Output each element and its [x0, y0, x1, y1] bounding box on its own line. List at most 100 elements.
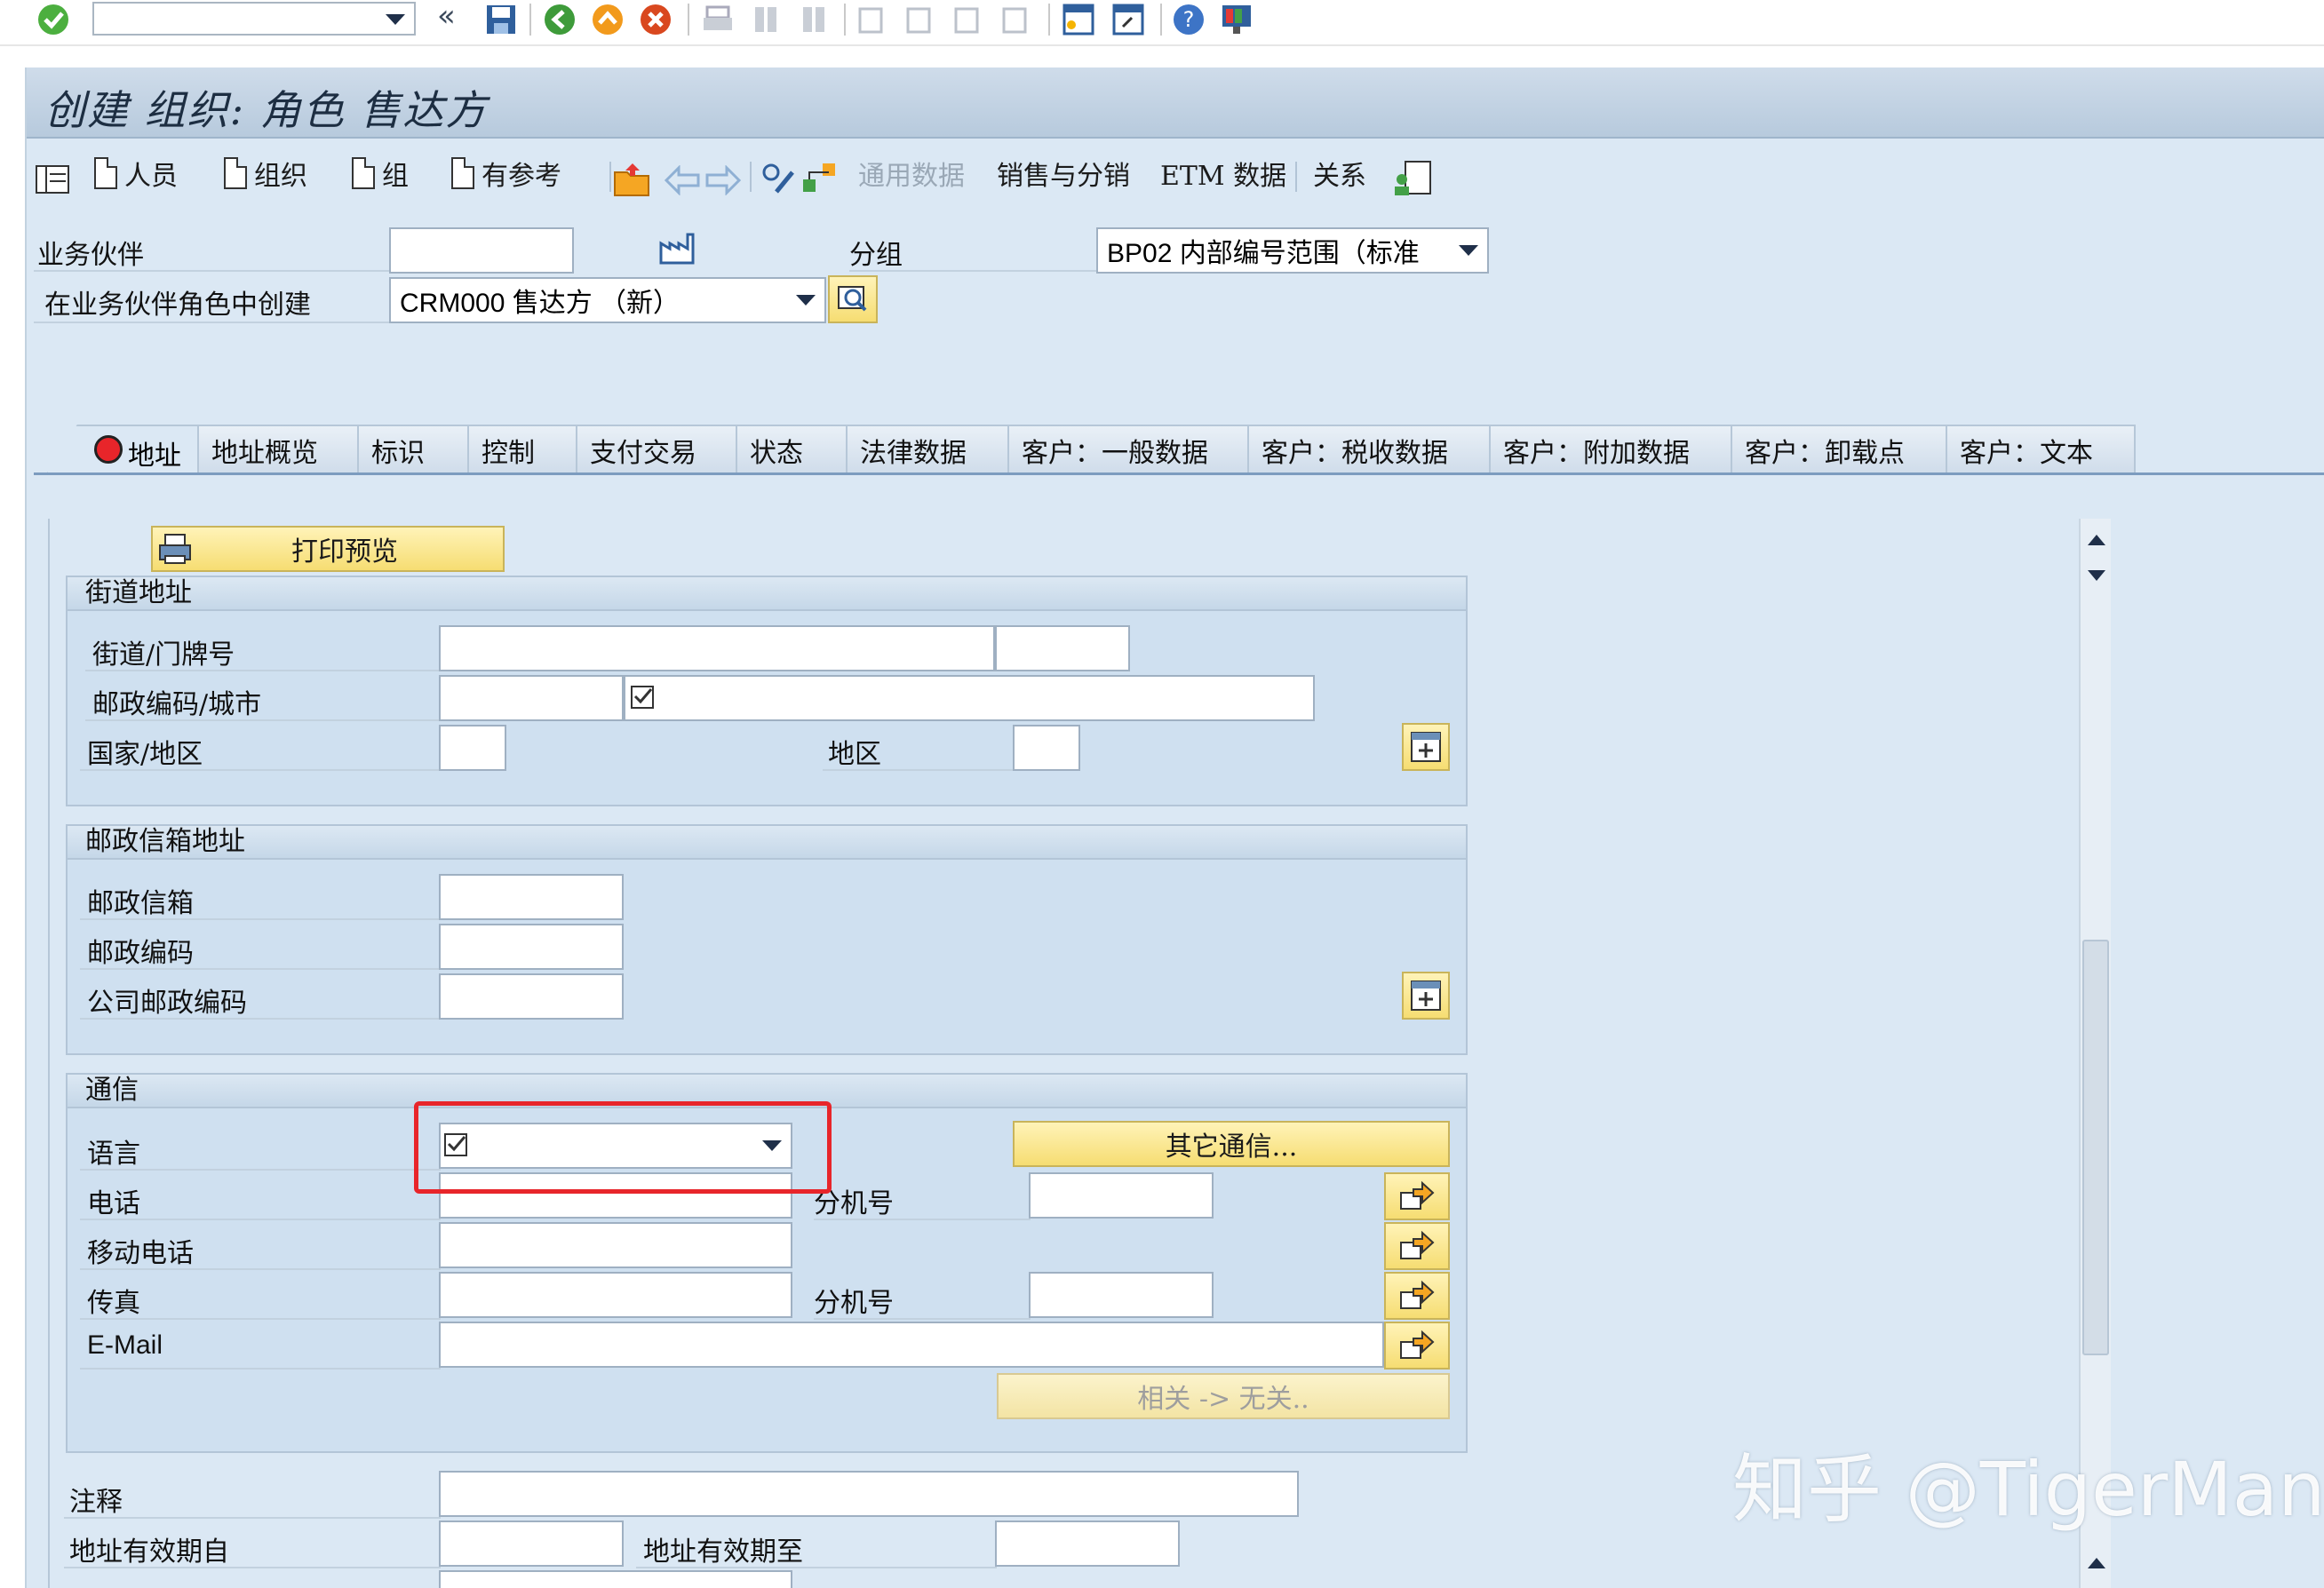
street-address-title: 街道地址 [68, 577, 1466, 611]
find-next-icon [803, 7, 824, 32]
tab-customer-unloading-points[interactable]: 客户：卸载点 [1731, 425, 1947, 474]
company-postal-code-input[interactable] [439, 973, 624, 1020]
po-box-input[interactable] [439, 874, 624, 920]
error-status-icon [94, 435, 123, 464]
business-partner-label: 业务伙伴 [37, 240, 144, 271]
other-communication-button[interactable]: 其它通信... [1013, 1121, 1450, 1167]
organization-button[interactable]: 组织 [224, 153, 307, 194]
street-input[interactable] [439, 625, 995, 671]
language-label: 语言 [87, 1139, 140, 1170]
chevron-down-icon[interactable] [796, 295, 816, 306]
notes-label: 注释 [69, 1487, 123, 1518]
grouping-select[interactable]: BP02 内部编号范围（标准 [1096, 227, 1489, 274]
fax-extension-input[interactable] [1029, 1272, 1214, 1318]
application-toolbar: 人员 组织 组 有参考 通用数据 销售与分销 ETM 数据 关系 [27, 140, 2324, 208]
sales-distribution-button[interactable]: 销售与分销 [997, 153, 1130, 194]
tab-customer-tax[interactable]: 客户：税收数据 [1247, 425, 1491, 474]
valid-to-input[interactable] [995, 1521, 1180, 1567]
mobile-details-button[interactable] [1384, 1222, 1450, 1270]
region-label: 地区 [828, 739, 881, 770]
fax-input[interactable] [439, 1272, 792, 1318]
cancel-icon[interactable] [638, 2, 673, 37]
arrow-forward-icon [1400, 1180, 1435, 1210]
mobile-input[interactable] [439, 1222, 792, 1268]
find-icon [755, 7, 776, 32]
tab-status[interactable]: 状态 [736, 425, 848, 474]
person-list-icon[interactable] [1393, 160, 1432, 197]
etm-data-button[interactable]: ETM 数据 [1160, 153, 1286, 194]
hierarchy-icon[interactable] [800, 160, 839, 197]
relationships-button[interactable]: 关系 [1313, 153, 1366, 194]
bp-role-select[interactable]: CRM000 售达方 （新） [389, 277, 826, 323]
business-partner-input[interactable] [389, 227, 574, 274]
svg-text:?: ? [1183, 7, 1195, 32]
scroll-down-icon[interactable] [2088, 570, 2105, 581]
tab-address-overview[interactable]: 地址概览 [197, 425, 359, 474]
document-icon [352, 157, 375, 189]
title-bar: 创建 组织: 角色 售达方 [27, 67, 2324, 139]
phone-extension-input[interactable] [1029, 1172, 1214, 1219]
house-number-input[interactable] [995, 625, 1130, 671]
arrow-forward-icon [1400, 1330, 1435, 1359]
help-icon[interactable]: ? [1171, 2, 1206, 37]
tab-address-label: 地址 [128, 441, 181, 472]
highlight-box [414, 1101, 832, 1194]
settings-icon[interactable] [759, 160, 798, 197]
tab-customer-texts[interactable]: 客户：文本 [1946, 425, 2136, 474]
expand-fields-icon [1411, 981, 1441, 1011]
country-label: 国家/地区 [87, 739, 203, 770]
vertical-scrollbar[interactable] [2079, 519, 2111, 1588]
email-input[interactable] [439, 1322, 1384, 1368]
valid-from-input[interactable] [439, 1521, 624, 1567]
role-details-button[interactable] [828, 275, 878, 323]
tab-payment-transactions[interactable]: 支付交易 [576, 425, 737, 474]
fax-details-button[interactable] [1384, 1272, 1450, 1320]
tab-identification[interactable]: 标识 [357, 425, 469, 474]
general-data-button: 通用数据 [858, 161, 965, 192]
postal-code-input[interactable] [439, 675, 624, 721]
po-box-postal-code-input[interactable] [439, 924, 624, 970]
phone-label: 电话 [87, 1188, 140, 1219]
more-address-fields-button[interactable] [1402, 723, 1450, 771]
save-icon[interactable] [483, 2, 519, 37]
more-po-box-fields-button[interactable] [1402, 972, 1450, 1020]
group-button[interactable]: 组 [352, 153, 409, 194]
scroll-thumb[interactable] [2082, 940, 2109, 1355]
switch-view-icon[interactable] [36, 165, 69, 194]
chevron-down-icon[interactable] [1459, 245, 1478, 256]
with-reference-button[interactable]: 有参考 [451, 153, 561, 194]
region-input[interactable] [1013, 725, 1080, 771]
chevron-down-icon[interactable] [386, 14, 405, 25]
command-field[interactable] [92, 2, 416, 36]
shortcut-icon[interactable] [1110, 2, 1146, 37]
country-input[interactable] [439, 725, 506, 771]
new-session-icon[interactable] [1061, 2, 1096, 37]
scroll-up-icon[interactable] [2088, 535, 2105, 545]
email-details-button[interactable] [1384, 1322, 1450, 1370]
phone-details-button[interactable] [1384, 1172, 1450, 1220]
grouping-label: 分组 [849, 240, 903, 271]
external-address-number-input[interactable] [439, 1570, 792, 1588]
collapse-icon[interactable]: « [437, 0, 456, 34]
tab-strip-line [34, 472, 2324, 475]
arrow-left-icon [665, 165, 700, 195]
street-label: 街道/门牌号 [92, 639, 235, 671]
notes-input[interactable] [439, 1471, 1299, 1517]
open-folder-icon[interactable] [613, 162, 652, 197]
print-preview-button[interactable]: 打印预览 [151, 526, 505, 572]
exit-icon[interactable] [590, 2, 625, 37]
tab-customer-additional[interactable]: 客户：附加数据 [1489, 425, 1732, 474]
tab-customer-general[interactable]: 客户：一般数据 [1007, 425, 1249, 474]
arrow-forward-icon [1400, 1230, 1435, 1259]
factory-icon[interactable] [659, 233, 696, 265]
enter-check-icon[interactable] [36, 2, 71, 37]
tab-control[interactable]: 控制 [467, 425, 577, 474]
fax-label: 传真 [87, 1288, 140, 1319]
layout-menu-icon[interactable] [1219, 2, 1254, 37]
fax-extension-label: 分机号 [814, 1288, 894, 1319]
city-input[interactable] [624, 675, 1315, 721]
person-button[interactable]: 人员 [94, 153, 178, 194]
scroll-up-icon[interactable] [2088, 1558, 2105, 1568]
tab-legal-data[interactable]: 法律数据 [846, 425, 1009, 474]
back-icon[interactable] [542, 2, 577, 37]
